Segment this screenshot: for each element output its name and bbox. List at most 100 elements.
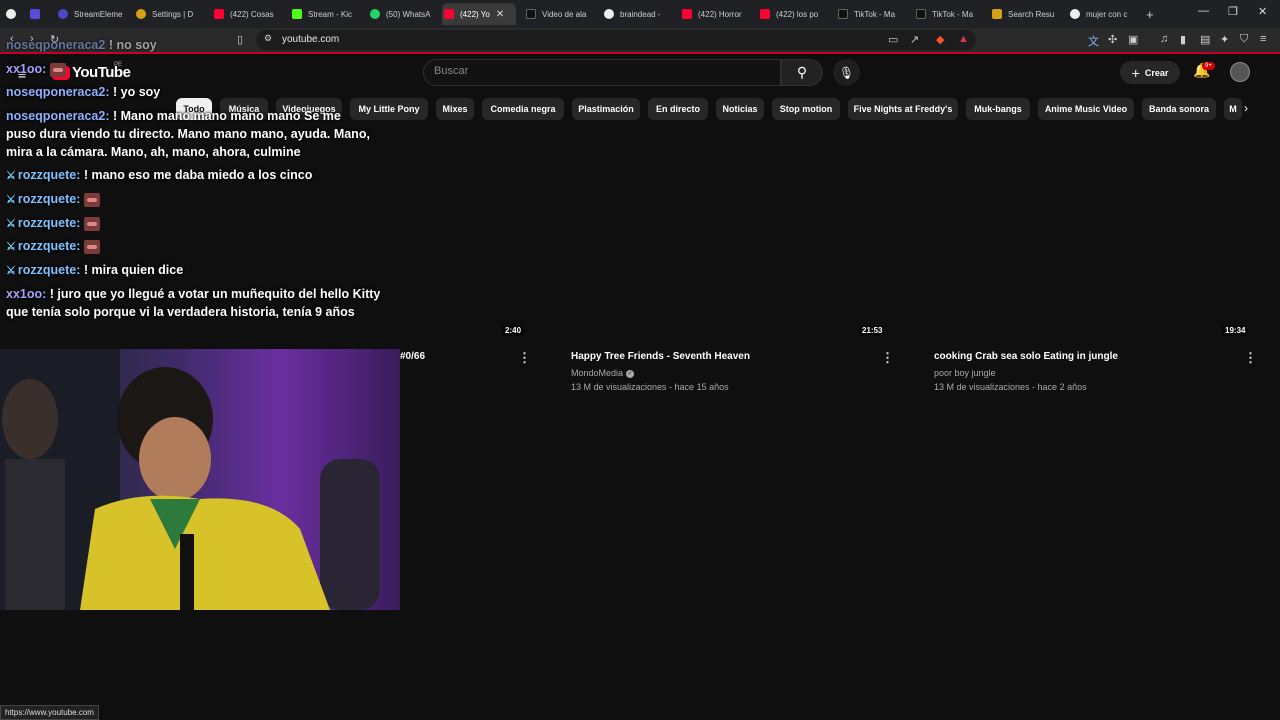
chat-username: xx1oo: [6, 287, 47, 301]
tab-label: Video de ala [542, 9, 587, 19]
chip-banda-sonora[interactable]: Banda sonora [1142, 98, 1216, 120]
sidebar-icon[interactable]: ▮ [1180, 33, 1186, 46]
video-channel[interactable]: poor boy jungle [934, 368, 996, 378]
chat-username: rozzquete: [17, 216, 81, 230]
extensions-icon[interactable]: ✣ [1108, 33, 1117, 46]
chat-message: noseqponeraca2: ! Mano mano mano mano ma… [6, 107, 370, 161]
chat-text: ! no soy [108, 38, 157, 52]
browser-tab-strip: StreamEleme Settings | D (422) Cosas Str… [0, 0, 1280, 28]
brave-rewards-icon[interactable]: ▲ [958, 33, 969, 45]
restore-icon[interactable]: ❐ [1228, 5, 1238, 18]
chat-username: xx1oo: [6, 62, 47, 76]
browser-tab[interactable] [28, 3, 50, 25]
chip-en-directo[interactable]: En directo [648, 98, 708, 120]
browser-tab[interactable]: Search Resu [990, 3, 1062, 25]
video-channel[interactable]: MondoMedia ✓ [571, 368, 635, 378]
tab-label: Settings | D [152, 9, 194, 19]
microphone-icon: 🎙 [838, 65, 855, 80]
tab-favicon-icon [136, 9, 146, 19]
media-icon[interactable]: ♫ [1160, 33, 1168, 45]
browser-tab[interactable]: TikTok - Ma [914, 3, 986, 25]
share-icon[interactable]: ↗ [910, 33, 919, 46]
chat-message: xx1oo: [6, 60, 66, 78]
video-meta: 13 M de visualizaciones - hace 15 años [571, 382, 729, 392]
tab-label: braindead - [620, 9, 661, 19]
browser-tab[interactable]: StreamEleme [56, 3, 128, 25]
browser-tab[interactable]: (422) Horror [680, 3, 752, 25]
browser-tab-active[interactable]: (422) Yo ✕ [442, 3, 516, 25]
browser-tab[interactable]: Video de ala [524, 3, 596, 25]
video-title[interactable]: cooking Crab sea solo Eating in jungle [934, 351, 1118, 362]
avatar[interactable] [1230, 62, 1250, 82]
address-bar[interactable]: ⚙ youtube.com ▭ ↗ ◆ ▲ [256, 30, 976, 50]
create-button[interactable]: + Crear [1120, 61, 1180, 84]
browser-tab[interactable]: TikTok - Ma [836, 3, 908, 25]
close-window-icon[interactable]: ✕ [1258, 5, 1267, 18]
chip-stop-motion[interactable]: Stop motion [772, 98, 840, 120]
translate-icon[interactable]: 文 [1088, 33, 1099, 49]
whatsapp-favicon-icon [370, 9, 380, 19]
chat-text: ! yo soy [113, 85, 161, 99]
chip-noticias[interactable]: Noticias [716, 98, 764, 120]
leo-ai-icon[interactable]: ✦ [1220, 33, 1229, 46]
tab-favicon-icon [58, 9, 68, 19]
wallet-icon[interactable]: ▤ [1200, 33, 1210, 46]
search-button[interactable]: ⚲ [781, 59, 823, 86]
chat-username: rozzquete: [17, 168, 81, 182]
vpn-shield-icon[interactable]: ⛉ [1240, 33, 1248, 46]
brave-accent-line [0, 52, 1280, 54]
minimize-icon[interactable]: — [1198, 5, 1209, 17]
chip-muk-bangs[interactable]: Muk-bangs [966, 98, 1030, 120]
chat-username: noseqponeraca2: [6, 109, 110, 123]
chat-text: puso dura viendo tu directo. Mano mano m… [6, 127, 370, 141]
browser-tab[interactable]: (50) WhatsA [368, 3, 440, 25]
browser-tab[interactable]: mujer con c [1068, 3, 1140, 25]
chip-mixes[interactable]: Mixes [436, 98, 474, 120]
browser-tab[interactable]: Settings | D [134, 3, 206, 25]
chip-more[interactable]: M [1224, 98, 1242, 120]
sword-badge-icon: ⚔ [6, 218, 16, 230]
tab-label: (422) Cosas [230, 9, 274, 19]
browser-tab[interactable]: braindead - [602, 3, 674, 25]
chat-username: noseqponeraca2: [6, 85, 110, 99]
close-tab-icon[interactable]: ✕ [496, 9, 504, 20]
google-favicon-icon [604, 9, 614, 19]
chat-message: ⚔ rozzquete: ! mira quien dice [6, 261, 183, 280]
voice-search-button[interactable]: 🎙 [833, 59, 860, 86]
chip-plastimacion[interactable]: Plastimación [572, 98, 640, 120]
tab-label: Search Resu [1008, 9, 1055, 19]
brave-shield-icon[interactable]: ◆ [936, 33, 944, 46]
browser-tab[interactable]: Stream - Kic [290, 3, 362, 25]
chat-text: ! juro que yo llegué a votar un muñequit… [49, 287, 381, 301]
chevron-right-icon[interactable]: › [1244, 101, 1248, 115]
menu-icon[interactable]: ≡ [1260, 33, 1266, 45]
screenshot-icon[interactable]: ▣ [1128, 33, 1138, 46]
bookmark-icon[interactable]: ▯ [237, 33, 243, 46]
cast-icon[interactable]: ▭ [888, 33, 898, 46]
video-title[interactable]: Happy Tree Friends - Seventh Heaven [571, 351, 750, 362]
tab-label: Stream - Kic [308, 9, 353, 19]
site-info-icon[interactable]: ⚙ [264, 33, 272, 44]
tiktok-favicon-icon [526, 9, 536, 19]
chat-username: rozzquete: [17, 263, 81, 277]
video-duration: 21:53 [859, 325, 886, 336]
chair-back [320, 459, 380, 610]
more-options-icon[interactable]: ⋮ [1244, 350, 1257, 366]
search-input[interactable] [434, 65, 764, 77]
chip-anime-music-video[interactable]: Anime Music Video [1038, 98, 1134, 120]
video-title[interactable]: #0/66 [400, 351, 425, 362]
chip-comedia-negra[interactable]: Comedia negra [482, 98, 564, 120]
browser-tab[interactable] [4, 3, 26, 25]
chip-five-nights[interactable]: Five Nights at Freddy's [848, 98, 958, 120]
more-options-icon[interactable]: ⋮ [518, 350, 531, 366]
search-box[interactable] [423, 59, 781, 86]
channel-name: MondoMedia [571, 368, 624, 378]
tab-favicon-icon [6, 9, 16, 19]
verified-check-icon: ✓ [626, 369, 635, 378]
notifications-badge: 9+ [1202, 62, 1215, 70]
browser-tab[interactable]: (422) los po [758, 3, 830, 25]
more-options-icon[interactable]: ⋮ [881, 350, 894, 366]
new-tab-button[interactable]: + [1144, 3, 1160, 25]
browser-tab[interactable]: (422) Cosas [212, 3, 284, 25]
youtube-favicon-icon [214, 9, 224, 19]
